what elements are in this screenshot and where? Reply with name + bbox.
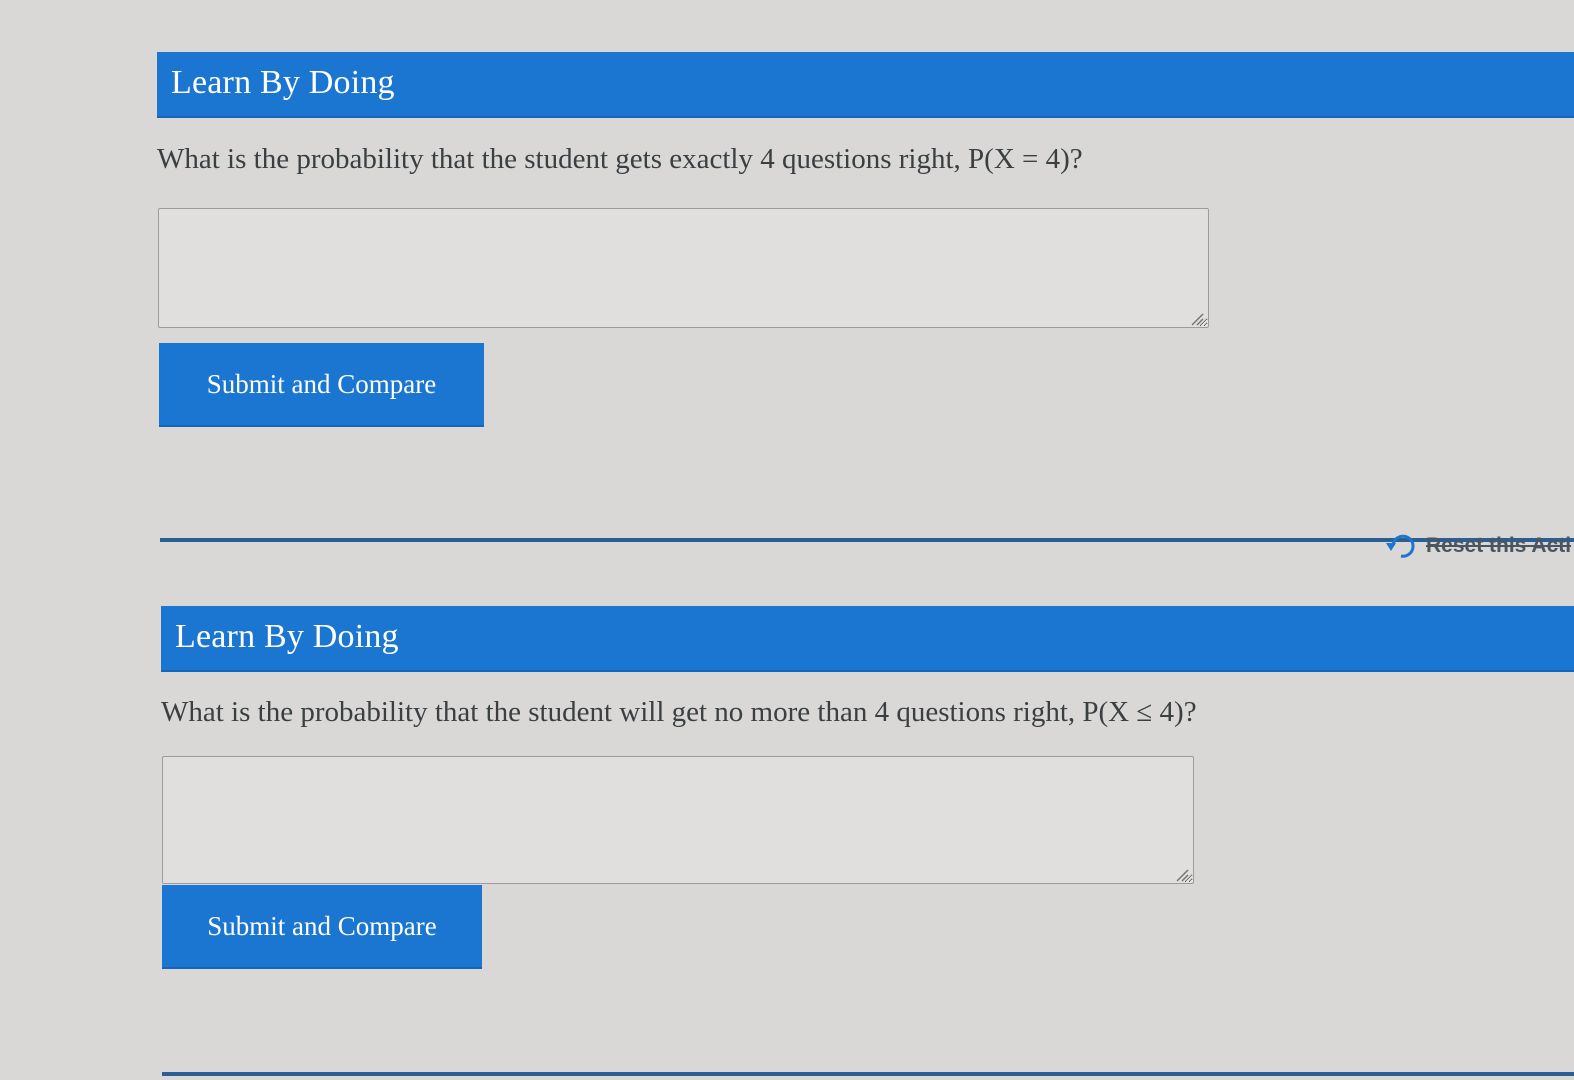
activity-1-question: What is the probability that the student… bbox=[157, 143, 1083, 175]
activity-2-answer-field[interactable] bbox=[162, 756, 1194, 884]
activity-2-submit-button[interactable]: Submit and Compare bbox=[162, 885, 482, 969]
activity-1-header: Learn By Doing bbox=[157, 52, 1574, 118]
activity-2-header-title: Learn By Doing bbox=[175, 618, 399, 655]
section-divider bbox=[160, 538, 1574, 542]
activity-2-resize-handle-icon[interactable] bbox=[1175, 868, 1189, 882]
activity-1-resize-handle-icon[interactable] bbox=[1190, 312, 1204, 326]
reset-undo-icon bbox=[1386, 534, 1415, 558]
reset-activity-link[interactable]: Reset this Acti bbox=[1384, 530, 1571, 562]
reset-activity-label[interactable]: Reset this Acti bbox=[1426, 534, 1571, 558]
activity-2-header: Learn By Doing bbox=[161, 606, 1574, 672]
next-section-divider bbox=[162, 1072, 1574, 1076]
activity-1-answer-field[interactable] bbox=[158, 208, 1209, 328]
activity-1-header-title: Learn By Doing bbox=[171, 64, 395, 101]
activity-1-submit-button[interactable]: Submit and Compare bbox=[159, 343, 484, 427]
activity-2-question: What is the probability that the student… bbox=[161, 696, 1197, 728]
